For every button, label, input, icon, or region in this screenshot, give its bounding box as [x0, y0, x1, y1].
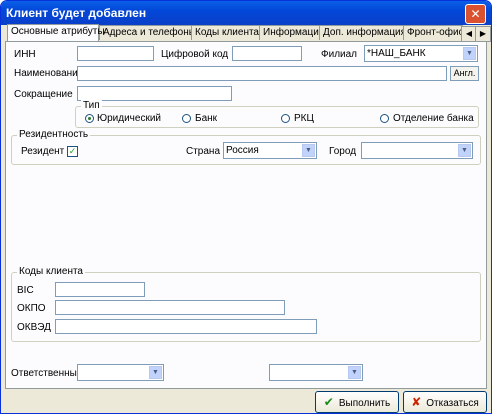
- tab-additional-info[interactable]: Доп. информация: [319, 25, 407, 40]
- tab-information[interactable]: Информация: [259, 25, 325, 40]
- country-label: Страна: [186, 146, 221, 157]
- chevron-down-icon[interactable]: ▼: [302, 144, 315, 157]
- okved-input[interactable]: [55, 319, 317, 334]
- okved-label: ОКВЭД: [17, 322, 51, 333]
- tab-label: Доп. информация: [323, 27, 407, 38]
- window-title: Клиент будет добавлен: [6, 6, 147, 20]
- dialog-window: Клиент будет добавлен ✕ Основные атрибут…: [0, 0, 492, 414]
- tab-client-codes[interactable]: Коды клиента: [191, 25, 261, 40]
- digital-code-input[interactable]: [232, 46, 302, 61]
- tab-addresses[interactable]: Адреса и телефоны: [99, 25, 196, 40]
- chevron-down-icon[interactable]: ▼: [458, 144, 471, 157]
- tab-label: Основные атрибуты: [11, 26, 105, 37]
- title-bar[interactable]: Клиент будет добавлен ✕: [1, 1, 491, 25]
- bic-label: BIC: [17, 285, 34, 296]
- execute-button-label: Выполнить: [338, 398, 391, 409]
- radio-bank-label: Банк: [195, 113, 218, 124]
- city-select[interactable]: ▼: [361, 142, 473, 159]
- inn-input[interactable]: [77, 46, 154, 61]
- radio-rkc-label: РКЦ: [294, 113, 314, 124]
- type-group-title: Тип: [81, 100, 102, 111]
- tab-label: Адреса и телефоны: [103, 27, 196, 38]
- branch-label: Филиал: [321, 49, 358, 60]
- tab-label: Фронт-офис: [407, 27, 464, 38]
- name-input[interactable]: [77, 66, 447, 81]
- okpo-input[interactable]: [55, 300, 285, 315]
- okpo-label: ОКПО: [17, 303, 46, 314]
- digital-code-label: Цифровой код: [161, 49, 229, 60]
- client-codes-group-title: Коды клиента: [17, 266, 85, 277]
- responsible-select-2[interactable]: ▼: [269, 364, 363, 381]
- chevron-down-icon[interactable]: ▼: [149, 366, 162, 379]
- cancel-button-label: Отказаться: [426, 398, 479, 409]
- radio-rkc[interactable]: [281, 114, 290, 123]
- tab-front-office[interactable]: Фронт-офис: [403, 25, 464, 40]
- chevron-down-icon[interactable]: ▼: [463, 47, 476, 60]
- radio-legal-entity-label: Юридический: [97, 113, 161, 124]
- tab-label: Информация: [263, 27, 325, 38]
- radio-bank-branch-label: Отделение банка: [393, 113, 474, 124]
- close-icon[interactable]: ✕: [465, 4, 486, 24]
- residency-group-title: Резидентность: [17, 129, 91, 140]
- checkmark-icon: ✔: [323, 395, 334, 409]
- resident-label: Резидент: [21, 146, 65, 157]
- tab-main-attributes[interactable]: Основные атрибуты: [7, 24, 105, 41]
- tab-label: Коды клиента: [195, 27, 259, 38]
- city-label: Город: [329, 146, 357, 157]
- check-icon: ✓: [68, 146, 77, 156]
- branch-value: *НАШ_БАНК: [367, 48, 426, 59]
- radio-bank[interactable]: [182, 114, 191, 123]
- chevron-down-icon[interactable]: ▼: [348, 366, 361, 379]
- english-name-button[interactable]: Англ.: [450, 66, 479, 81]
- execute-button[interactable]: ✔ Выполнить: [315, 391, 399, 413]
- short-name-input[interactable]: [77, 86, 232, 101]
- bic-input[interactable]: [55, 282, 145, 297]
- radio-bank-branch[interactable]: [380, 114, 389, 123]
- responsible-select-1[interactable]: ▼: [77, 364, 164, 381]
- country-select[interactable]: Россия ▼: [223, 142, 317, 159]
- radio-legal-entity[interactable]: [85, 114, 94, 123]
- cross-icon: ✘: [411, 395, 422, 409]
- cancel-button[interactable]: ✘ Отказаться: [403, 391, 487, 413]
- responsible-label: Ответственные: [11, 368, 83, 379]
- short-name-label: Сокращение: [14, 89, 73, 100]
- branch-select[interactable]: *НАШ_БАНК ▼: [364, 45, 478, 62]
- name-label: Наименование: [14, 68, 84, 79]
- inn-label: ИНН: [14, 49, 36, 60]
- resident-checkbox[interactable]: ✓: [67, 146, 78, 157]
- tab-scroll-right-icon[interactable]: ▶: [475, 26, 491, 42]
- country-value: Россия: [226, 145, 259, 156]
